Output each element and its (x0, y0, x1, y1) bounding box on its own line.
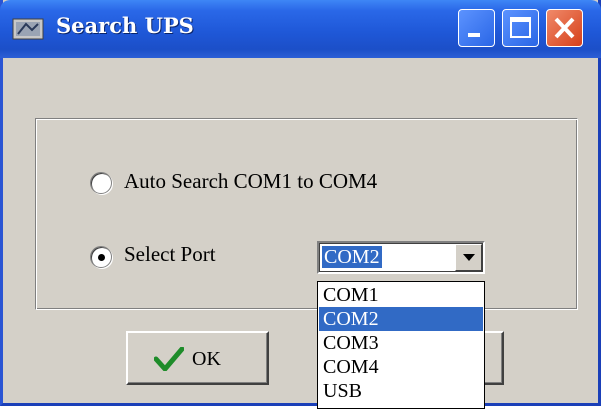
close-button[interactable] (546, 9, 583, 47)
auto-search-label[interactable]: Auto Search COM1 to COM4 (124, 169, 377, 194)
minimize-icon (468, 33, 480, 37)
ok-button[interactable]: OK (126, 331, 269, 385)
port-options-group (35, 118, 578, 310)
radio-selected-dot (98, 254, 105, 261)
port-dropdown-list[interactable]: COM1 COM2 COM3 COM4 USB (317, 281, 485, 409)
auto-search-radio[interactable] (90, 172, 112, 194)
chevron-down-icon (463, 254, 475, 261)
close-icon (554, 17, 575, 39)
dropdown-option-com3[interactable]: COM3 (319, 331, 483, 355)
search-ups-dialog: Search UPS Auto Search COM1 to COM4 Sele… (0, 0, 601, 409)
minimize-button[interactable] (458, 9, 495, 47)
dropdown-button[interactable] (455, 244, 482, 271)
checkmark-icon (154, 347, 184, 371)
dropdown-option-com2[interactable]: COM2 (319, 307, 483, 331)
port-combobox-value: COM2 (322, 246, 382, 268)
maximize-button[interactable] (502, 9, 539, 47)
maximize-icon (510, 17, 531, 38)
dropdown-option-com1[interactable]: COM1 (319, 283, 483, 307)
title-bar[interactable]: Search UPS (0, 0, 601, 58)
window-title: Search UPS (56, 13, 194, 38)
ok-label: OK (192, 348, 221, 370)
select-port-radio[interactable] (90, 246, 112, 268)
dropdown-option-usb[interactable]: USB (319, 379, 483, 403)
dropdown-option-com4[interactable]: COM4 (319, 355, 483, 379)
select-port-label[interactable]: Select Port (124, 242, 216, 267)
port-combobox[interactable]: COM2 (317, 241, 485, 274)
app-icon (12, 18, 44, 40)
